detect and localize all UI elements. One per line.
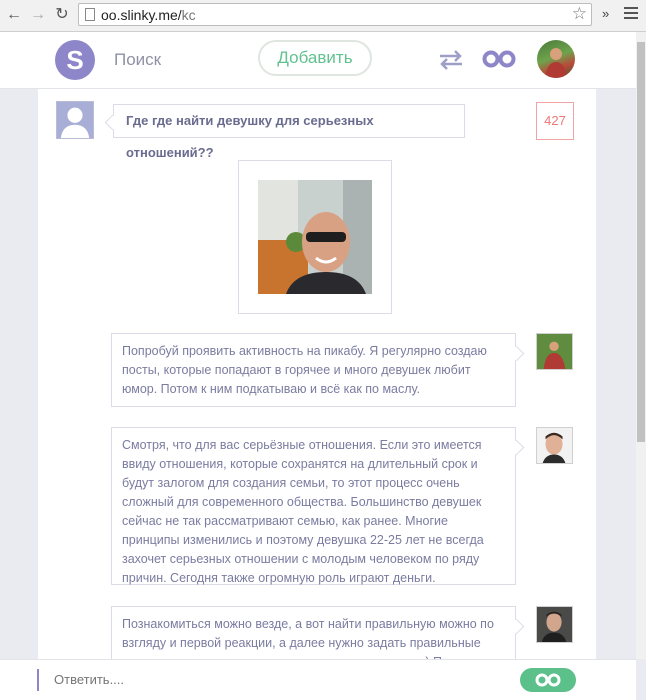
page-icon (85, 8, 95, 21)
user-avatar[interactable] (537, 40, 575, 78)
add-button[interactable]: Добавить (258, 40, 372, 76)
answer-1-text: Попробуй проявить активность на пикабу. … (111, 333, 516, 407)
answer-2-text: Смотря, что для вас серьёзные отношения.… (111, 427, 516, 585)
view-count-badge[interactable]: 427 (536, 102, 574, 140)
forward-icon[interactable]: → (28, 5, 48, 25)
address-bar[interactable]: oo.slinky.me/kc ☆ (78, 3, 592, 26)
extensions-overflow[interactable]: » (602, 6, 609, 21)
scrollbar[interactable] (636, 32, 646, 659)
reply-caret-line (37, 669, 39, 691)
reply-input[interactable] (52, 671, 356, 688)
answer-1-avatar[interactable] (536, 333, 573, 370)
swap-icon[interactable] (438, 49, 464, 71)
infinity-send-icon (535, 673, 561, 687)
url-text[interactable]: oo.slinky.me/kc (101, 7, 196, 23)
scrollbar-thumb[interactable] (637, 42, 645, 442)
answer-3-avatar[interactable] (536, 606, 573, 643)
question-author-avatar[interactable] (56, 101, 94, 139)
answer-2-avatar[interactable] (536, 427, 573, 464)
url-path: kc (181, 7, 196, 23)
menu-icon[interactable] (624, 7, 638, 22)
infinity-icon[interactable] (482, 48, 516, 70)
question-text: Где где найти девушку для серьезных отно… (113, 104, 465, 160)
reply-bar (0, 659, 636, 700)
app-header: S Поиск Добавить (0, 32, 636, 89)
send-button[interactable] (520, 668, 576, 692)
url-host: oo.slinky.me/ (101, 7, 182, 23)
bookmark-star-icon[interactable]: ☆ (572, 4, 587, 24)
browser-toolbar: ← → ↻ oo.slinky.me/kc ☆ » (0, 0, 646, 32)
question-photo[interactable] (258, 180, 372, 294)
logo[interactable]: S (55, 40, 95, 80)
search-link[interactable]: Поиск (114, 50, 161, 70)
back-icon[interactable]: ← (4, 5, 24, 25)
question-photo-frame (238, 160, 392, 314)
reload-icon[interactable]: ↻ (52, 5, 72, 25)
